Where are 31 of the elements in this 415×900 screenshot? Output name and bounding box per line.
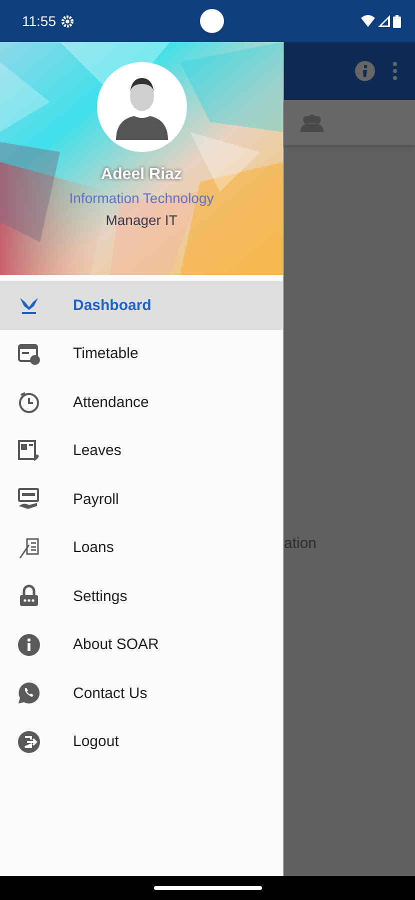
profile-department: Information Technology	[69, 190, 214, 206]
wifi-icon	[361, 15, 375, 27]
menu-item-icon	[17, 487, 41, 512]
drawer-item[interactable]: Payroll	[0, 475, 283, 524]
menu-item-icon	[17, 584, 41, 608]
info-icon[interactable]	[355, 61, 375, 81]
drawer-item[interactable]: Contact Us	[0, 669, 283, 718]
menu-item-icon	[17, 390, 41, 414]
menu-item-icon	[17, 342, 41, 366]
battery-icon	[393, 14, 401, 28]
menu-item-icon	[17, 632, 41, 657]
signal-icon	[378, 15, 390, 27]
menu-item-icon	[17, 438, 41, 463]
more-icon[interactable]	[393, 62, 397, 80]
drawer-item[interactable]: Attendance	[0, 378, 283, 426]
profile-name: Adeel Riaz	[101, 166, 182, 184]
menu-item-icon	[17, 730, 41, 754]
drawer-item[interactable]: Timetable	[0, 330, 283, 378]
status-time: 11:55	[22, 13, 56, 29]
drawer-item[interactable]: Logout	[0, 718, 283, 766]
gear-icon	[61, 14, 74, 28]
drawer-item[interactable]: Settings	[0, 572, 283, 620]
drawer-item[interactable]: About SOAR	[0, 620, 283, 669]
profile-title: Manager IT	[106, 212, 178, 228]
drawer-item[interactable]: Dashboard	[0, 281, 283, 330]
menu-item-icon	[17, 681, 41, 706]
menu-item-icon	[17, 536, 41, 560]
people-icon	[300, 114, 324, 132]
drawer-item[interactable]: Loans	[0, 524, 283, 572]
drawer-item[interactable]: Leaves	[0, 426, 283, 475]
camera-cutout	[200, 9, 224, 33]
